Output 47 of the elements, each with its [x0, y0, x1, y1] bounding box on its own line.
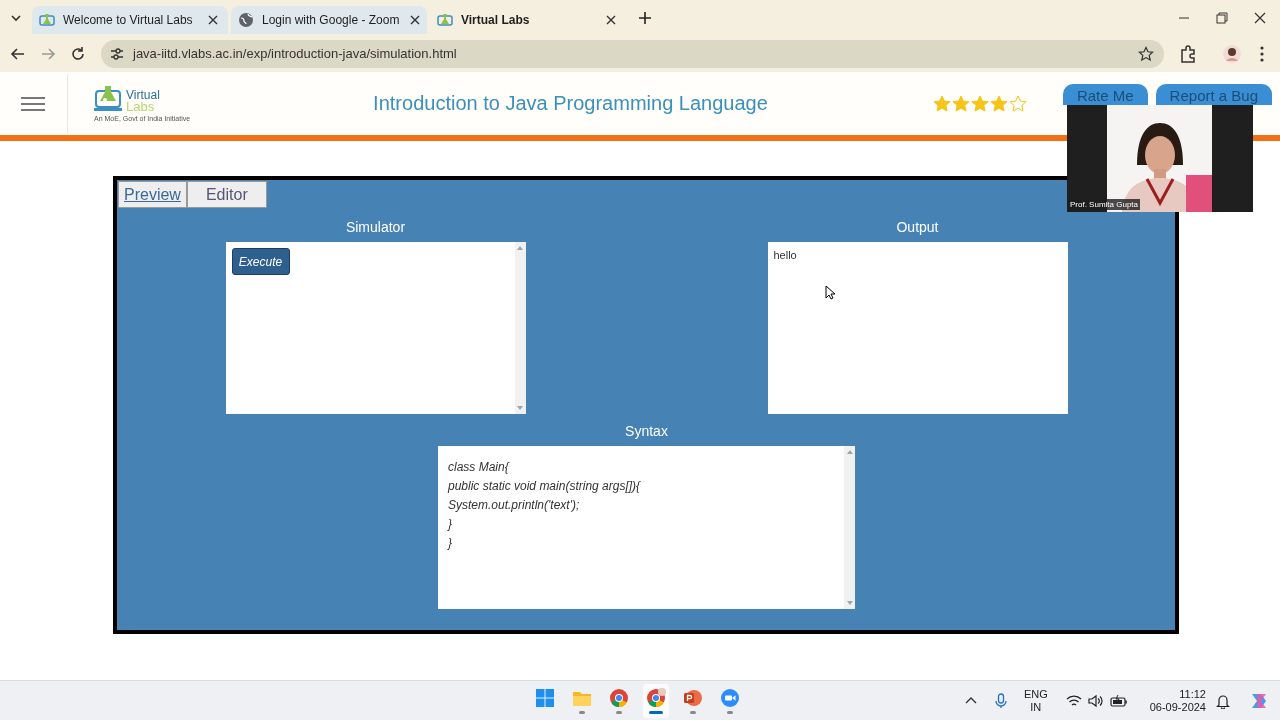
bookmark-star-icon[interactable]: [1138, 45, 1154, 62]
filled-star-icon: [989, 94, 1008, 113]
windows-start-icon: [535, 687, 555, 708]
section-heading: Simulator: [345, 217, 406, 237]
clock[interactable]: 11:12 06-09-2024: [1149, 687, 1206, 714]
menu-icon[interactable]: [20, 95, 46, 112]
filled-star-icon: [970, 94, 989, 113]
battery-icon[interactable]: [1109, 693, 1128, 708]
browser-tab[interactable]: Login with Google - Zoom: [231, 5, 427, 34]
filled-star-icon: [951, 94, 970, 113]
code-line: System.out.println('text');: [448, 497, 581, 514]
browser-icon: [609, 687, 629, 708]
participant-name: Prof. Sumita Gupta: [1068, 199, 1141, 210]
browser-icon: [646, 687, 666, 708]
taskbar-app[interactable]: [643, 683, 669, 718]
code-line: public static void main(string args[]){: [448, 478, 642, 495]
globe-icon: [238, 11, 254, 28]
logo-text: Labs: [126, 100, 155, 113]
star-rating[interactable]: [932, 94, 1027, 113]
browser-tab[interactable]: Welcome to Virtual Labs: [32, 5, 228, 34]
filled-star-icon: [932, 94, 951, 113]
wifi-icon[interactable]: [1065, 693, 1082, 708]
mouse-pointer-icon: [824, 285, 835, 300]
laptop-flask-icon: [94, 84, 124, 113]
video-call-icon: [720, 687, 740, 708]
code-line: }: [448, 516, 453, 533]
page-title: Introduction to Java Programming Language: [372, 92, 769, 115]
code-line: class Main{: [448, 459, 511, 476]
address-bar[interactable]: java-iitd.vlabs.ac.in/exp/introduction-java/simulation.html: [101, 39, 1164, 68]
site-info-icon[interactable]: [109, 45, 125, 62]
profile-avatar-icon[interactable]: [1222, 43, 1242, 64]
language-indicator[interactable]: ENG IN: [1023, 687, 1048, 714]
microphone-icon[interactable]: [993, 692, 1008, 709]
speaker-icon[interactable]: [1087, 693, 1104, 708]
bell-icon[interactable]: [1216, 692, 1230, 709]
presentation-icon: [683, 687, 703, 708]
flask-icon: [437, 11, 453, 28]
code-line: }: [448, 535, 453, 552]
panel-tab[interactable]: Editor: [186, 181, 267, 208]
section-heading: Output: [896, 217, 939, 237]
panel-tab[interactable]: Preview: [118, 181, 187, 208]
extensions-icon[interactable]: [1178, 43, 1198, 64]
section-heading: Syntax: [625, 421, 668, 441]
flask-icon: [39, 11, 55, 28]
execute-button[interactable]: Execute: [231, 248, 290, 275]
logo-text: Virtual: [126, 88, 160, 101]
output-text: hello: [772, 248, 798, 263]
